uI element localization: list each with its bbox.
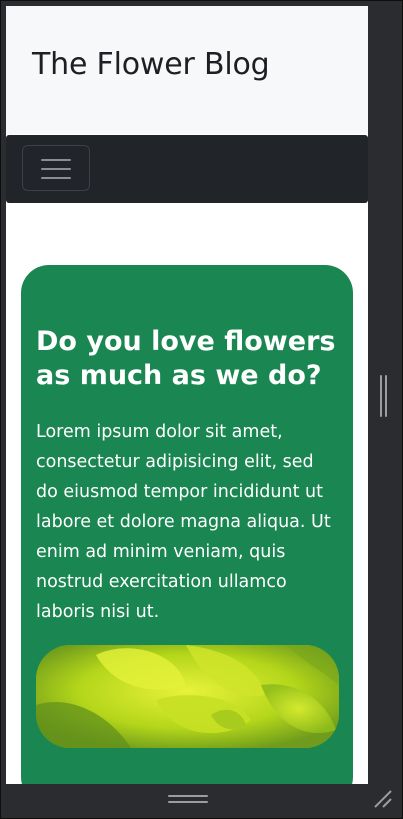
navbar-toggler-button[interactable] <box>22 145 90 191</box>
hero-text: Lorem ipsum dolor sit amet, consectetur … <box>36 422 331 622</box>
site-header: The Flower Blog <box>6 6 368 134</box>
navbar <box>6 135 368 203</box>
horizontal-resize-grip-icon[interactable] <box>168 795 208 805</box>
flower-photo <box>36 645 339 748</box>
site-title: The Flower Blog <box>32 47 270 82</box>
hero-heading: Do you love flowers as much as we do? <box>36 326 336 391</box>
page-viewport: The Flower Blog Do you love flowers as m… <box>6 6 368 784</box>
flower-image <box>36 645 339 748</box>
vertical-resize-grip-icon[interactable] <box>380 375 387 417</box>
resize-corner-icon[interactable] <box>372 788 394 810</box>
hamburger-icon <box>41 159 71 179</box>
hero-card: Do you love flowers as much as we do? Lo… <box>21 265 353 784</box>
